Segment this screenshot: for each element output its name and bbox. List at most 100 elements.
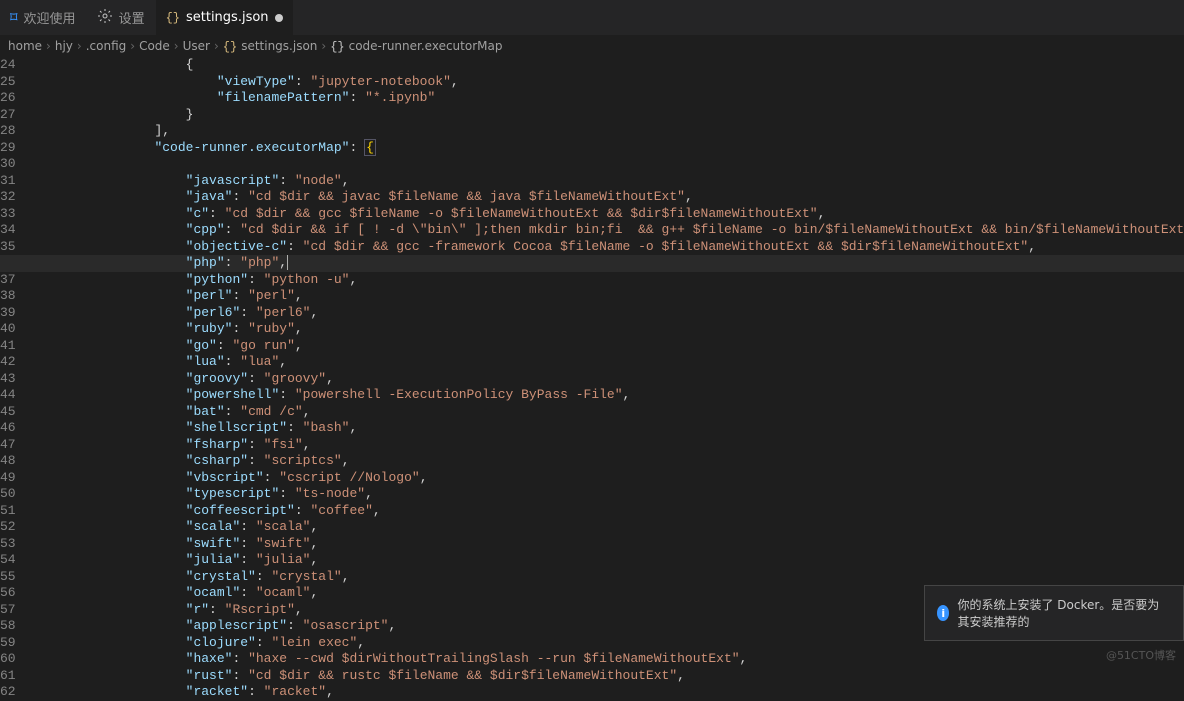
- line-number: 51: [0, 503, 16, 520]
- chevron-right-icon: ›: [130, 39, 135, 53]
- line-number: 44: [0, 387, 16, 404]
- code-line[interactable]: ],: [30, 123, 1184, 140]
- line-number: 46: [0, 420, 16, 437]
- line-number: 50: [0, 486, 16, 503]
- chevron-right-icon: ›: [321, 39, 326, 53]
- dirty-indicator: [275, 14, 283, 22]
- code-line[interactable]: "rust": "cd $dir && rustc $fileName && $…: [30, 668, 1184, 685]
- code-line[interactable]: "vbscript": "cscript //Nologo",: [30, 470, 1184, 487]
- code-line[interactable]: "bat": "cmd /c",: [30, 404, 1184, 421]
- line-number: 25: [0, 74, 16, 91]
- chevron-right-icon: ›: [214, 39, 219, 53]
- code-line[interactable]: "viewType": "jupyter-notebook",: [30, 74, 1184, 91]
- code-line[interactable]: "ruby": "ruby",: [30, 321, 1184, 338]
- code-line[interactable]: "perl": "perl",: [30, 288, 1184, 305]
- tab-settings[interactable]: 设置: [87, 0, 156, 35]
- code-editor[interactable]: 2425262728293031323334353637383940414243…: [0, 57, 1184, 669]
- code-line[interactable]: "swift": "swift",: [30, 536, 1184, 553]
- code-line[interactable]: "filenamePattern": "*.ipynb": [30, 90, 1184, 107]
- json-icon: [330, 39, 344, 54]
- tab-label: 欢迎使用: [24, 8, 76, 27]
- breadcrumbs[interactable]: home› hjy› .config› Code› User› settings…: [0, 35, 1184, 57]
- code-line[interactable]: "php": "php",: [0, 255, 1184, 272]
- line-number: 62: [0, 684, 16, 701]
- code-line[interactable]: "cpp": "cd $dir && if [ ! -d \"bin\" ];t…: [30, 222, 1184, 239]
- line-number: 45: [0, 404, 16, 421]
- line-number: 59: [0, 635, 16, 652]
- breadcrumb-part[interactable]: Code: [139, 39, 170, 53]
- info-icon: i: [937, 605, 949, 621]
- line-number: 29: [0, 140, 16, 157]
- code-content[interactable]: { "viewType": "jupyter-notebook", "filen…: [30, 57, 1184, 669]
- line-number: 53: [0, 536, 16, 553]
- tab-label: 设置: [119, 8, 145, 27]
- code-line[interactable]: "go": "go run",: [30, 338, 1184, 355]
- code-line[interactable]: "groovy": "groovy",: [30, 371, 1184, 388]
- notification-toast[interactable]: i 你的系统上安装了 Docker。是否要为其安装推荐的: [924, 585, 1184, 641]
- line-number: 49: [0, 470, 16, 487]
- line-number: 37: [0, 272, 16, 289]
- code-line[interactable]: "crystal": "crystal",: [30, 569, 1184, 586]
- code-line[interactable]: "haxe": "haxe --cwd $dirWithoutTrailingS…: [30, 651, 1184, 668]
- code-line[interactable]: "typescript": "ts-node",: [30, 486, 1184, 503]
- line-number: 57: [0, 602, 16, 619]
- line-number: 60: [0, 651, 16, 668]
- json-icon: [223, 39, 237, 54]
- chevron-right-icon: ›: [46, 39, 51, 53]
- code-line[interactable]: "lua": "lua",: [30, 354, 1184, 371]
- line-number: 56: [0, 585, 16, 602]
- tab-label: settings.json: [186, 10, 269, 25]
- tab-settings-json[interactable]: settings.json: [156, 0, 294, 35]
- code-line[interactable]: "javascript": "node",: [30, 173, 1184, 190]
- code-line[interactable]: "julia": "julia",: [30, 552, 1184, 569]
- code-line[interactable]: [30, 156, 1184, 173]
- breadcrumb-file[interactable]: settings.json: [241, 39, 317, 53]
- breadcrumb-part[interactable]: hjy: [55, 39, 73, 53]
- line-number-gutter: 2425262728293031323334353637383940414243…: [0, 57, 30, 669]
- text-cursor: [287, 255, 288, 270]
- watermark: @51CTO博客: [1106, 647, 1176, 663]
- settings-icon: [97, 8, 113, 28]
- line-number: 26: [0, 90, 16, 107]
- line-number: 41: [0, 338, 16, 355]
- line-number: 27: [0, 107, 16, 124]
- line-number: 58: [0, 618, 16, 635]
- line-number: 28: [0, 123, 16, 140]
- chevron-right-icon: ›: [77, 39, 82, 53]
- chevron-right-icon: ›: [174, 39, 179, 53]
- code-line[interactable]: "csharp": "scriptcs",: [30, 453, 1184, 470]
- line-number: 40: [0, 321, 16, 338]
- code-line[interactable]: "coffeescript": "coffee",: [30, 503, 1184, 520]
- line-number: 34: [0, 222, 16, 239]
- breadcrumb-part[interactable]: home: [8, 39, 42, 53]
- code-line[interactable]: "racket": "racket",: [30, 684, 1184, 701]
- code-line[interactable]: {: [30, 57, 1184, 74]
- code-line[interactable]: "c": "cd $dir && gcc $fileName -o $fileN…: [30, 206, 1184, 223]
- code-line[interactable]: "shellscript": "bash",: [30, 420, 1184, 437]
- code-line[interactable]: "perl6": "perl6",: [30, 305, 1184, 322]
- line-number: 52: [0, 519, 16, 536]
- line-number: 31: [0, 173, 16, 190]
- breadcrumb-symbol[interactable]: code-runner.executorMap: [349, 39, 503, 53]
- code-line[interactable]: "java": "cd $dir && javac $fileName && j…: [30, 189, 1184, 206]
- code-line[interactable]: }: [30, 107, 1184, 124]
- code-line[interactable]: "code-runner.executorMap": {: [30, 140, 1184, 157]
- tab-welcome[interactable]: ⌑ 欢迎使用: [0, 0, 87, 35]
- line-number: 32: [0, 189, 16, 206]
- line-number: 24: [0, 57, 16, 74]
- line-number: 42: [0, 354, 16, 371]
- line-number: 43: [0, 371, 16, 388]
- line-number: 39: [0, 305, 16, 322]
- line-number: 55: [0, 569, 16, 586]
- code-line[interactable]: "python": "python -u",: [30, 272, 1184, 289]
- code-line[interactable]: "objective-c": "cd $dir && gcc -framewor…: [30, 239, 1184, 256]
- tab-bar: ⌑ 欢迎使用 设置 settings.json: [0, 0, 1184, 35]
- breadcrumb-part[interactable]: User: [183, 39, 210, 53]
- line-number: 61: [0, 668, 16, 685]
- code-line[interactable]: "powershell": "powershell -ExecutionPoli…: [30, 387, 1184, 404]
- code-line[interactable]: "fsharp": "fsi",: [30, 437, 1184, 454]
- line-number: 54: [0, 552, 16, 569]
- code-line[interactable]: "scala": "scala",: [30, 519, 1184, 536]
- breadcrumb-part[interactable]: .config: [86, 39, 127, 53]
- line-number: 33: [0, 206, 16, 223]
